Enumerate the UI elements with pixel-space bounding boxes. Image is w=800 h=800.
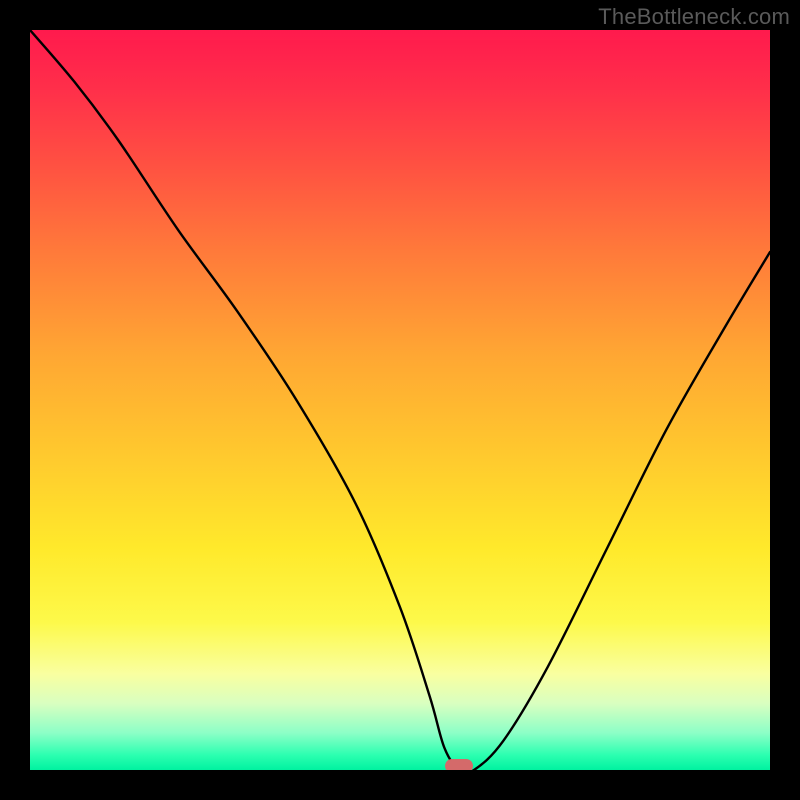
minimum-marker (445, 759, 473, 770)
chart-frame: TheBottleneck.com (0, 0, 800, 800)
watermark-text: TheBottleneck.com (598, 4, 790, 30)
bottleneck-curve (30, 30, 770, 770)
plot-area (30, 30, 770, 770)
